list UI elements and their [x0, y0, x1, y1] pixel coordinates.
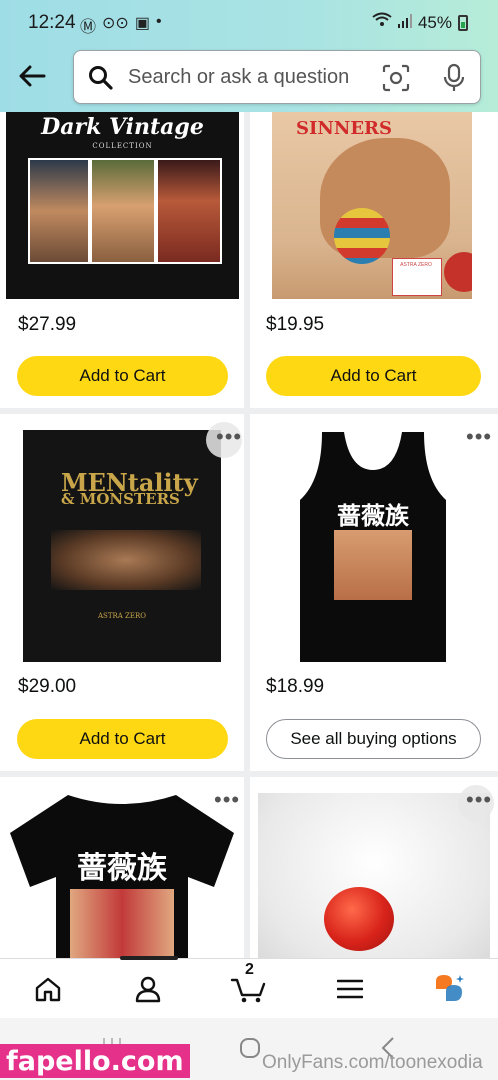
search-bar[interactable]: Search or ask a question: [73, 50, 481, 104]
cover-figure: [51, 530, 201, 590]
more-options-button[interactable]: •••: [214, 789, 240, 811]
camera-search-icon[interactable]: [382, 64, 410, 92]
more-options-button[interactable]: •••: [466, 426, 492, 448]
m-app-icon: Ⓜ: [80, 19, 97, 36]
wifi-icon: [372, 12, 392, 33]
product-price: $18.99: [266, 676, 325, 697]
more-options-button[interactable]: •••: [466, 789, 492, 811]
cart-count-badge: 2: [245, 961, 254, 978]
shirt-print-art: [334, 530, 412, 600]
nav-menu[interactable]: [330, 971, 370, 1007]
person-icon: [135, 976, 161, 1003]
product-image[interactable]: 蔷薇族: [300, 430, 446, 662]
cover-ball: [334, 208, 390, 264]
app-header: 12:24 Ⓜ ⊙⊙ ▣ • 45% Search or ask a quest…: [0, 0, 498, 112]
cover-subtitle: COLLECTION: [92, 142, 153, 150]
status-time: 12:24: [28, 12, 76, 33]
image-icon: ▣: [134, 15, 150, 32]
add-to-cart-button[interactable]: Add to Cart: [17, 719, 228, 759]
cover-panel: [28, 158, 90, 264]
add-to-cart-button[interactable]: Add to Cart: [17, 356, 228, 396]
cover-title: Dark Vintage: [41, 114, 204, 140]
back-button[interactable]: [12, 56, 52, 96]
product-card[interactable]: •••: [250, 777, 498, 958]
clown-nose: [324, 887, 394, 951]
signal-icon: [397, 13, 412, 33]
cover-title: SINNERS: [296, 118, 393, 139]
bottom-nav: 2: [0, 956, 498, 1019]
battery-percent: 45%: [417, 12, 452, 32]
product-card[interactable]: 蔷薇族 ••• $18.99 See all buying options: [250, 414, 498, 771]
see-all-buying-options-button[interactable]: See all buying options: [266, 719, 481, 759]
cover-panel: [90, 158, 156, 264]
add-to-cart-button[interactable]: Add to Cart: [266, 356, 481, 396]
cover-author: ASTRA ZERO: [97, 612, 147, 620]
home-icon: [35, 977, 61, 1002]
cover-panel: [156, 158, 222, 264]
nav-account[interactable]: [128, 971, 168, 1007]
more-options-button[interactable]: •••: [216, 426, 242, 448]
search-input[interactable]: Search or ask a question: [128, 66, 349, 89]
product-price: $29.00: [18, 676, 77, 697]
product-card[interactable]: Dark Vintage COLLECTION $27.99 Add to Ca…: [0, 112, 244, 408]
shirt-print-text: 蔷薇族: [337, 502, 409, 530]
cover-bucket: [444, 252, 472, 292]
battery-icon: [458, 14, 468, 31]
product-image[interactable]: [258, 793, 490, 958]
assistant-icon: [436, 975, 464, 1001]
product-card[interactable]: SINNERS ASTRA ZERO $19.95 Add to Cart: [250, 112, 498, 408]
product-price: $19.95: [266, 314, 325, 335]
notification-icons: Ⓜ ⊙⊙ ▣ •: [80, 13, 162, 37]
shirt-print-art: [70, 889, 174, 958]
product-image[interactable]: Dark Vintage COLLECTION: [6, 112, 239, 299]
nav-assistant[interactable]: [430, 971, 470, 1007]
product-image[interactable]: MENtality & MONSTERS ASTRA ZERO: [23, 430, 221, 662]
home-circle-icon[interactable]: [238, 1036, 262, 1060]
cover-sign-text: ASTRA ZERO: [400, 262, 432, 268]
product-card[interactable]: 蔷薇族 •••: [0, 777, 244, 958]
status-right: 45%: [372, 12, 468, 33]
voicemail-icon: ⊙⊙: [102, 15, 129, 32]
watermark-badge: fapello.com: [0, 1044, 190, 1078]
search-icon: [89, 66, 113, 90]
product-card[interactable]: MENtality & MONSTERS ASTRA ZERO ••• $29.…: [0, 414, 244, 771]
watermark-text: OnlyFans.com/toonexodia: [262, 1052, 483, 1073]
status-bar: 12:24 Ⓜ ⊙⊙ ▣ • 45%: [0, 0, 498, 46]
active-tab-indicator: [120, 956, 178, 960]
product-image[interactable]: SINNERS ASTRA ZERO: [272, 112, 472, 299]
dot-icon: •: [155, 13, 162, 30]
nav-home[interactable]: [28, 971, 68, 1007]
cover-title-line2: & MONSTERS: [61, 490, 180, 508]
product-price: $27.99: [18, 314, 77, 335]
arrow-left-icon: [19, 65, 46, 87]
product-image[interactable]: 蔷薇族: [8, 793, 236, 958]
menu-icon: [337, 979, 363, 999]
microphone-icon[interactable]: [442, 63, 466, 93]
product-grid: Dark Vintage COLLECTION $27.99 Add to Ca…: [0, 112, 498, 958]
shirt-print-text: 蔷薇族: [77, 851, 167, 886]
